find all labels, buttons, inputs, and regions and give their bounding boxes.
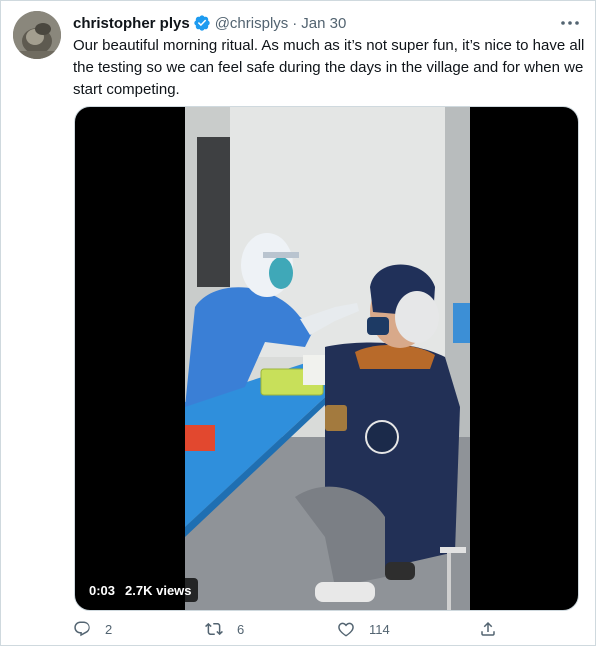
video-stats-badge: 0:03 2.7K views	[83, 578, 198, 602]
video-player[interactable]: 0:03 2.7K views	[74, 106, 579, 611]
more-icon[interactable]	[559, 14, 581, 32]
tweet-actions: 2 6 114	[73, 619, 503, 639]
video-elapsed: 0:03	[89, 582, 116, 598]
like-count: 114	[369, 621, 390, 637]
tweet-card[interactable]: christopher plys @chrisplys · Jan 30 Our…	[0, 0, 596, 646]
share-icon	[479, 620, 497, 638]
tweet-date[interactable]: Jan 30	[301, 15, 346, 32]
tweet-header: christopher plys @chrisplys · Jan 30	[73, 13, 346, 33]
retweet-button[interactable]: 6	[205, 620, 244, 638]
video-views: 2.7K views	[125, 582, 192, 598]
verified-badge-icon	[193, 14, 211, 32]
author-handle[interactable]: @chrisplys	[215, 15, 289, 32]
like-icon	[337, 620, 355, 638]
retweet-count: 6	[237, 621, 245, 637]
author-name[interactable]: christopher plys	[73, 15, 190, 32]
retweet-icon	[205, 620, 223, 638]
like-button[interactable]: 114	[337, 620, 390, 638]
avatar[interactable]	[13, 11, 61, 59]
share-button[interactable]	[479, 620, 497, 638]
reply-icon	[73, 620, 91, 638]
separator-dot: ·	[292, 14, 298, 32]
reply-count: 2	[105, 621, 113, 637]
tweet-text: Our beautiful morning ritual. As much as…	[73, 37, 585, 98]
reply-button[interactable]: 2	[73, 620, 112, 638]
video-frame	[185, 107, 470, 610]
